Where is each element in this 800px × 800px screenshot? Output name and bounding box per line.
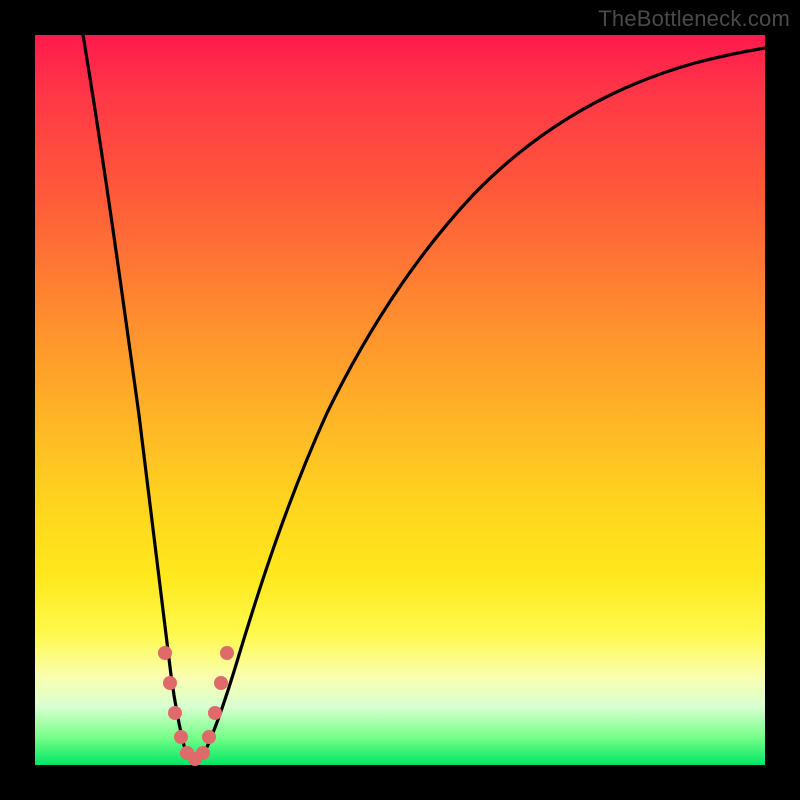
plot-area xyxy=(35,35,765,765)
watermark-text: TheBottleneck.com xyxy=(598,6,790,32)
curve-path xyxy=(83,35,765,759)
bottleneck-curve xyxy=(83,35,765,759)
chart-frame: TheBottleneck.com xyxy=(0,0,800,800)
curve-layer xyxy=(35,35,765,765)
